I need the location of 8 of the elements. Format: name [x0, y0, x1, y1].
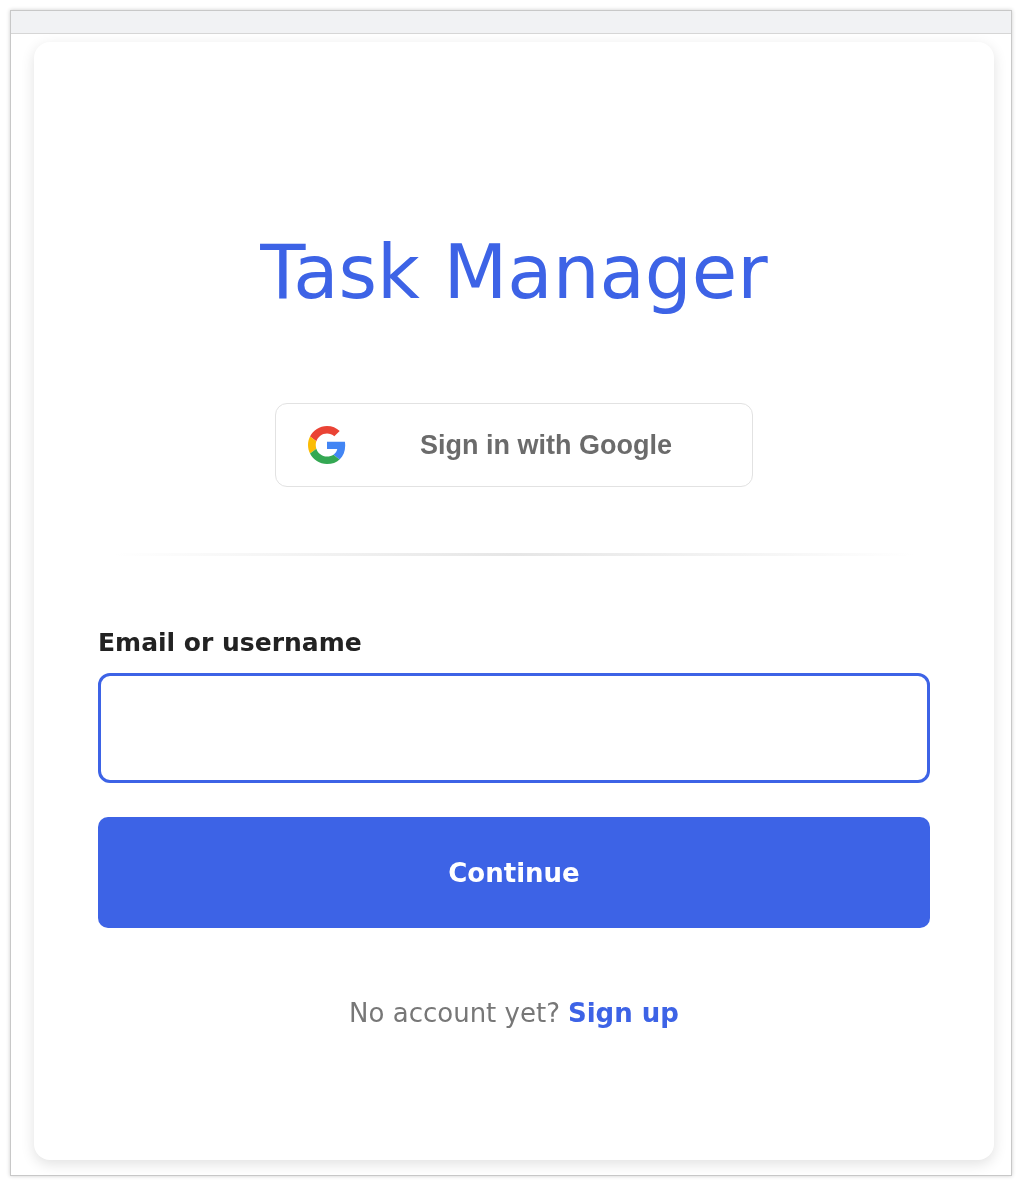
- field-label: Email or username: [98, 628, 363, 658]
- google-sign-in-button[interactable]: Sign in with Google: [275, 403, 753, 488]
- input-field[interactable]: [98, 673, 930, 784]
- app-title: Task Manager: [260, 232, 768, 314]
- google-icon: [308, 426, 346, 465]
- continue-button[interactable]: Continue: [98, 817, 930, 929]
- sign-up-link[interactable]: Sign up: [567, 998, 679, 1029]
- footer-text: No account yet?: [349, 998, 560, 1029]
